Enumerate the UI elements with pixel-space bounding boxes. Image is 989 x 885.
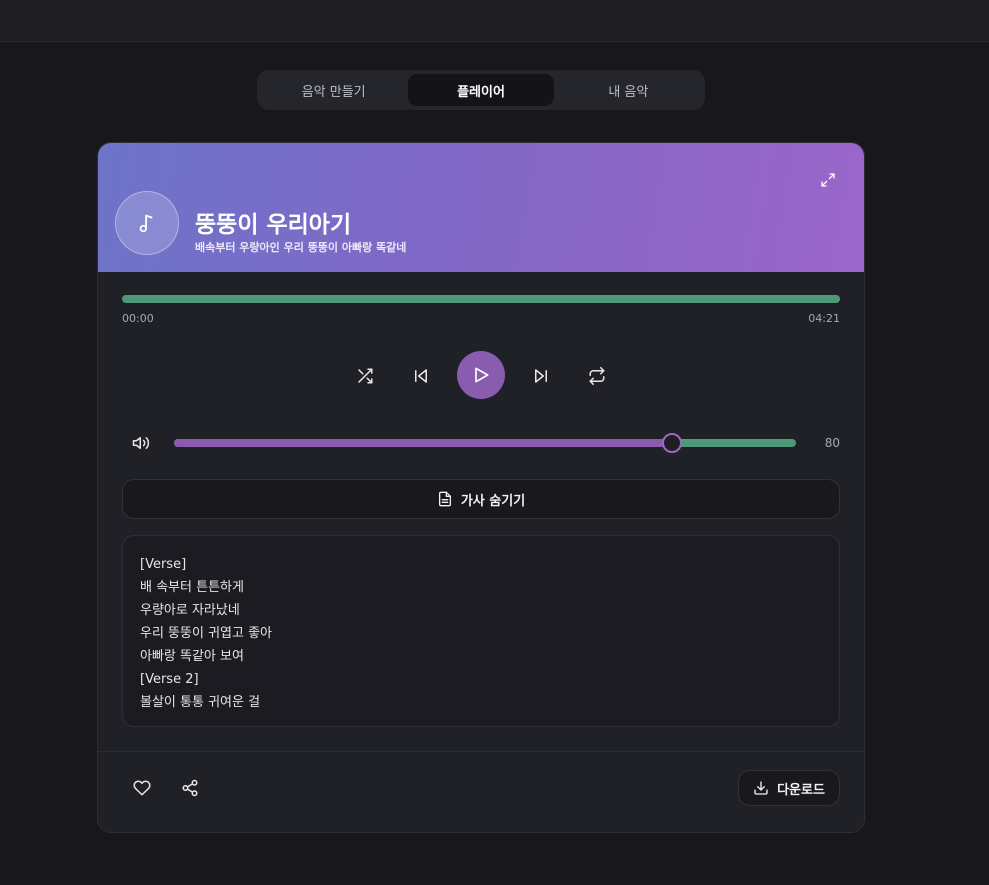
footer-divider [98,751,864,752]
lyric-line: 볼살이 통통 귀여운 걸 [140,695,261,710]
player-header: 뚱뚱이 우리아기 배속부터 우량아인 우리 뚱뚱이 아빠랑 똑같네 [98,143,864,272]
progress-bar[interactable] [122,295,840,303]
next-button[interactable] [529,364,553,388]
top-bar [0,0,989,42]
lyric-line: [Verse 2] [140,672,199,687]
like-button[interactable] [133,779,151,797]
volume-button[interactable] [132,434,150,452]
download-button[interactable]: 다운로드 [738,770,840,806]
expand-button[interactable] [818,170,838,190]
song-title: 뚱뚱이 우리아기 [195,212,352,238]
duration: 04:21 [808,312,840,325]
heart-icon [133,780,151,796]
repeat-button[interactable] [585,364,609,388]
lyrics-panel: [Verse] 배 속부터 튼튼하게 우량아로 자라났네 우리 뚱뚱이 귀엽고 … [122,535,840,727]
volume-slider[interactable] [174,433,796,453]
volume-fill [174,439,672,447]
play-button[interactable] [457,351,505,399]
skip-next-icon [535,369,547,383]
download-label: 다운로드 [777,782,825,798]
tab-create-music[interactable]: 음악 만들기 [261,74,406,106]
lyric-line: 우리 뚱뚱이 귀엽고 좋아 [140,626,272,641]
shuffle-button[interactable] [353,364,377,388]
player-card: 뚱뚱이 우리아기 배속부터 우량아인 우리 뚱뚱이 아빠랑 똑같네 00:00 … [97,142,865,833]
repeat-icon [589,367,605,385]
previous-button[interactable] [409,364,433,388]
volume-handle[interactable] [662,433,682,453]
album-art [115,191,179,255]
current-time: 00:00 [122,312,154,325]
tab-player[interactable]: 플레이어 [408,74,554,106]
play-icon [475,367,489,383]
expand-icon [821,173,835,187]
lyric-line: [Verse] [140,557,187,572]
shuffle-icon [358,368,373,384]
share-icon [182,779,198,797]
download-icon [754,781,768,795]
lyric-line: 우량아로 자라났네 [140,603,240,618]
share-button[interactable] [181,779,199,797]
lyric-line: 아빠랑 똑같아 보여 [140,649,244,664]
tab-my-music[interactable]: 내 음악 [556,74,701,106]
toggle-lyrics-button[interactable]: 가사 숨기기 [122,479,840,519]
music-note-icon [139,214,153,233]
toggle-lyrics-label: 가사 숨기기 [460,493,526,509]
skip-previous-icon [415,369,427,383]
volume-value: 80 [824,436,840,450]
lyric-line: 배 속부터 튼튼하게 [140,580,244,595]
document-icon [438,491,451,507]
mode-tabs: 음악 만들기 플레이어 내 음악 [257,70,705,110]
volume-icon [132,437,150,449]
song-subtitle: 배속부터 우량아인 우리 뚱뚱이 아빠랑 똑같네 [195,241,407,254]
